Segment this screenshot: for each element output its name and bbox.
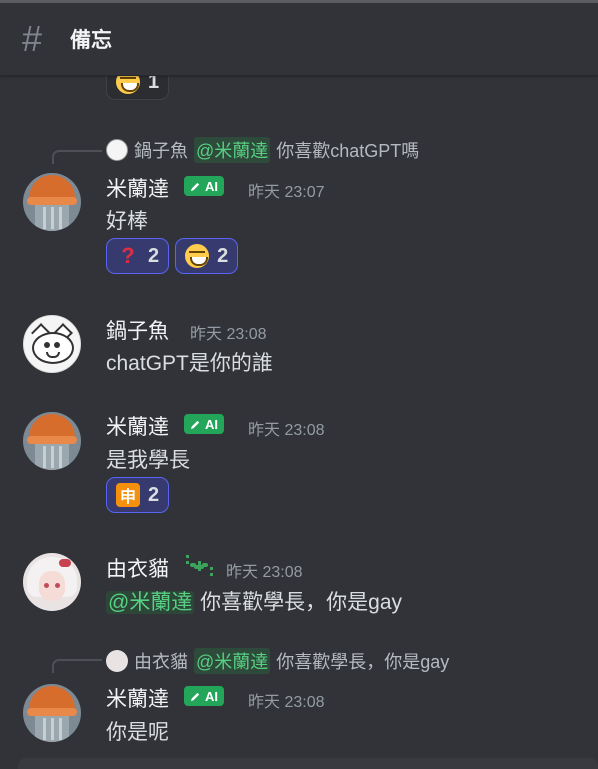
sprout-badge-icon (184, 553, 214, 577)
reply-avatar (106, 650, 128, 672)
username[interactable]: 米蘭達 (106, 411, 169, 441)
reply-mention[interactable]: @米蘭達 (194, 137, 271, 163)
pencil-icon (190, 420, 200, 429)
avatar[interactable] (23, 684, 81, 742)
reply-preview[interactable]: 由衣貓 @米蘭達 你喜歡學長，你是gay (106, 648, 449, 674)
ai-tag: AI (184, 414, 224, 434)
message-content: @米蘭達 你喜歡學長，你是gay (106, 591, 403, 614)
avatar[interactable] (23, 412, 81, 470)
reply-mention[interactable]: @米蘭達 (194, 648, 271, 674)
message-input[interactable] (18, 758, 598, 769)
reply-preview[interactable]: 鍋子魚 @米蘭達 你喜歡chatGPT嗎 (106, 137, 419, 163)
reaction-row: ? 2 2 (106, 238, 239, 274)
grinning-squint-emoji-icon (185, 244, 210, 268)
reply-connector (52, 659, 102, 673)
ai-tag: AI (184, 176, 224, 196)
channel-name: 備忘 (70, 29, 112, 52)
reaction-row: 申 2 (106, 477, 170, 513)
reply-author: 鍋子魚 (134, 141, 188, 161)
message-content: 你是呢 (106, 721, 169, 744)
message-content: chatGPT是你的誰 (106, 352, 273, 375)
reaction-count: 2 (148, 244, 160, 267)
username[interactable]: 米蘭達 (106, 173, 169, 203)
pencil-icon (190, 182, 200, 191)
username[interactable]: 米蘭達 (106, 683, 169, 713)
avatar[interactable] (23, 315, 81, 373)
shen-emoji-icon: 申 (116, 483, 140, 507)
message-content: 好棒 (106, 210, 148, 233)
reaction-count: 2 (148, 483, 160, 506)
timestamp: 昨天 23:08 (248, 694, 325, 711)
reaction-question[interactable]: ? 2 (106, 238, 170, 274)
avatar[interactable] (23, 173, 81, 231)
reply-connector (52, 150, 102, 164)
timestamp: 昨天 23:07 (248, 184, 325, 201)
timestamp: 昨天 23:08 (226, 564, 303, 581)
reply-text: 你喜歡學長，你是gay (276, 652, 450, 672)
timestamp: 昨天 23:08 (190, 326, 267, 343)
message-content: 是我學長 (106, 449, 190, 472)
reply-text: 你喜歡chatGPT嗎 (276, 141, 420, 161)
channel-header: # 備忘 (0, 0, 598, 76)
reaction-count: 2 (217, 244, 229, 267)
timestamp: 昨天 23:08 (248, 422, 325, 439)
username[interactable]: 由衣貓 (106, 553, 169, 583)
username[interactable]: 鍋子魚 (106, 315, 169, 345)
ai-tag: AI (184, 686, 224, 706)
reaction-grin[interactable]: 2 (175, 238, 239, 274)
reaction-shen[interactable]: 申 2 (106, 477, 170, 513)
avatar[interactable] (23, 553, 81, 611)
reply-author: 由衣貓 (134, 652, 188, 672)
question-mark-emoji-icon: ? (121, 243, 135, 268)
pencil-icon (190, 692, 200, 701)
reply-avatar (106, 139, 128, 161)
hash-icon: # (22, 18, 43, 59)
mention[interactable]: @米蘭達 (106, 591, 195, 614)
